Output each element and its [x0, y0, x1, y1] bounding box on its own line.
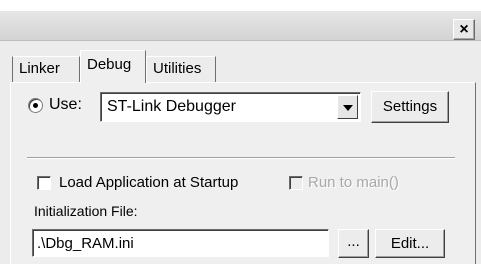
- dropdown-arrow-button[interactable]: [337, 95, 358, 119]
- tab-linker[interactable]: Linker: [12, 56, 80, 82]
- debugger-select-value: ST-Link Debugger: [107, 98, 236, 115]
- use-radio[interactable]: [28, 98, 43, 113]
- run-to-main-checkbox[interactable]: [289, 176, 303, 190]
- close-button[interactable]: ×: [453, 19, 475, 40]
- tab-label: Debug: [87, 56, 132, 73]
- load-application-label: Load Application at Startup: [59, 174, 239, 191]
- separator: [27, 157, 455, 159]
- initialization-file-input[interactable]: [32, 229, 329, 257]
- chevron-down-icon: [343, 105, 353, 111]
- tab-debug[interactable]: Debug: [80, 50, 146, 83]
- tab-label: Utilities: [153, 60, 202, 77]
- browse-button[interactable]: ...: [338, 229, 369, 258]
- edit-button[interactable]: Edit...: [375, 229, 445, 258]
- tab-label: Linker: [19, 60, 60, 77]
- tab-utilities[interactable]: Utilities: [146, 56, 216, 82]
- load-application-checkbox[interactable]: [37, 176, 51, 190]
- run-to-main-label: Run to main(): [308, 174, 399, 191]
- settings-button[interactable]: Settings: [371, 91, 449, 123]
- close-icon: ×: [459, 20, 469, 38]
- use-label: Use:: [49, 96, 82, 113]
- title-bar: [0, 11, 481, 41]
- debugger-select[interactable]: ST-Link Debugger: [100, 92, 361, 122]
- initialization-file-label: Initialization File:: [34, 203, 138, 219]
- radio-selected-dot: [33, 103, 38, 108]
- options-dialog: × Linker Debug Utilities Use: ST-Link De…: [0, 0, 481, 264]
